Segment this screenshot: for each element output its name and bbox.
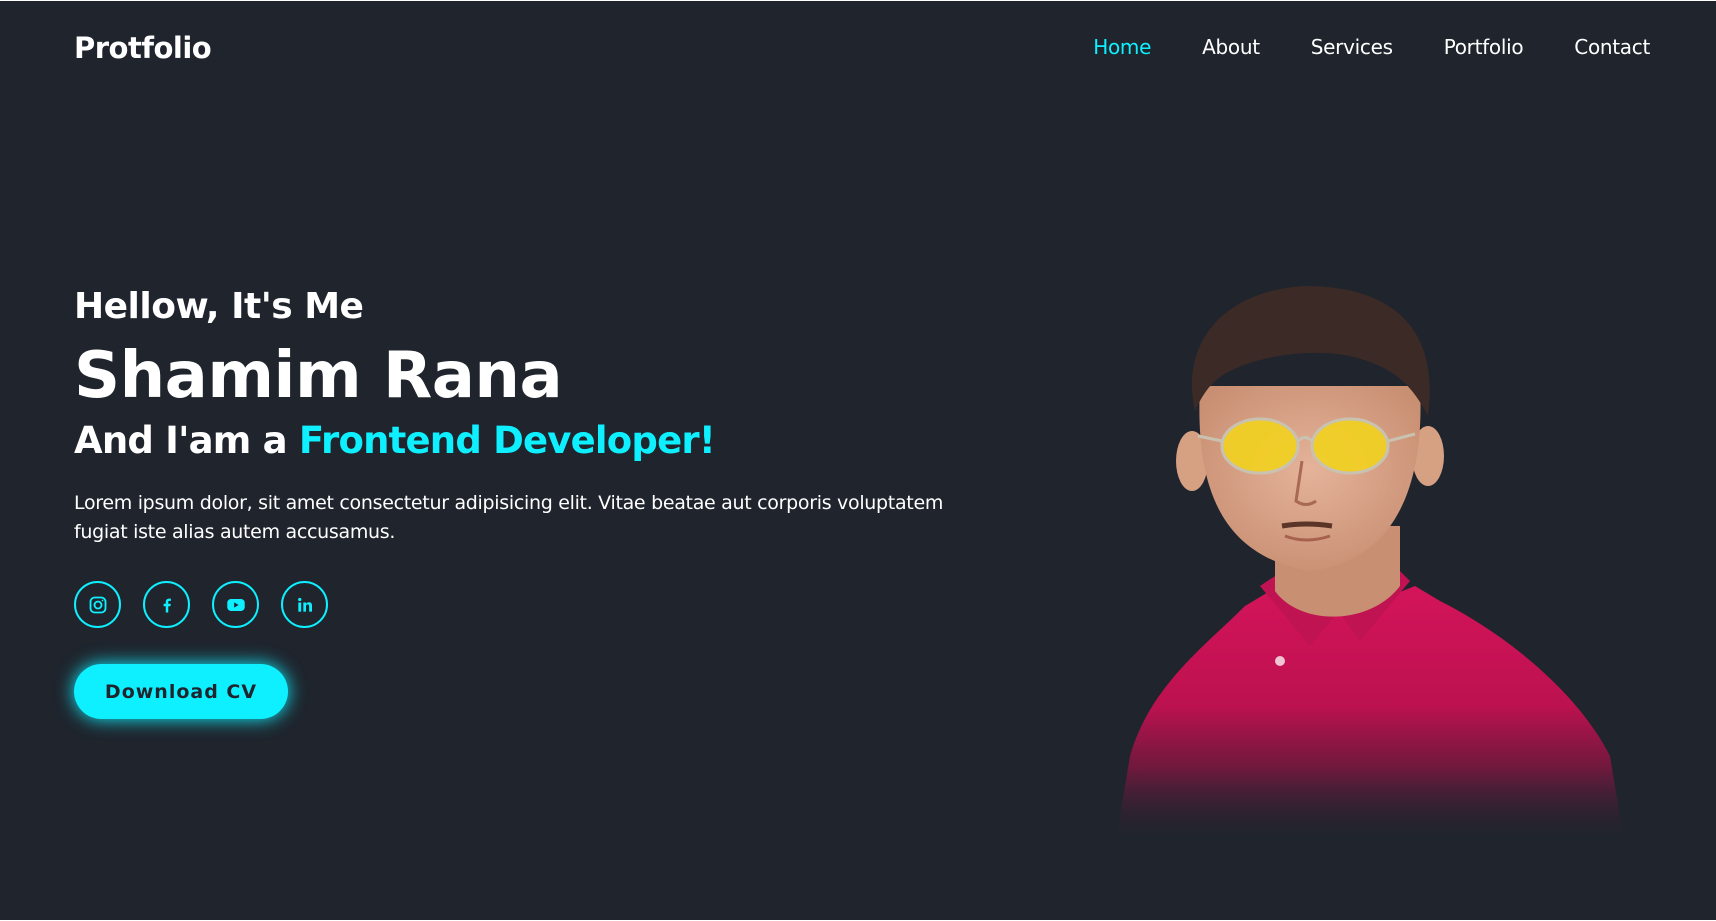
nav-link-services[interactable]: Services (1311, 35, 1393, 59)
linkedin-icon (297, 597, 312, 612)
hero-description: Lorem ipsum dolor, sit amet consectetur … (74, 492, 944, 543)
download-cv-button[interactable]: Download CV (74, 664, 288, 719)
facebook-link[interactable] (143, 581, 190, 628)
role-prefix: And I'am a (74, 419, 299, 462)
instagram-icon (89, 596, 106, 613)
person-name: Shamim Rana (74, 339, 563, 413)
linkedin-link[interactable] (281, 581, 328, 628)
youtube-link[interactable] (212, 581, 259, 628)
header: Protfolio Home About Services Portfolio … (0, 1, 1716, 97)
hero-content: Hellow, It's Me Shamim Rana And I'am a F… (74, 283, 1034, 719)
nav-link-about[interactable]: About (1202, 35, 1260, 59)
greeting-text: Hellow, It's Me (74, 286, 364, 327)
facebook-icon (163, 598, 171, 612)
instagram-link[interactable] (74, 581, 121, 628)
youtube-icon (226, 598, 245, 611)
page: Protfolio Home About Services Portfolio … (0, 0, 1716, 921)
nav-link-home[interactable]: Home (1093, 35, 1151, 59)
role-line: And I'am a Frontend Developer! (74, 417, 1034, 465)
role-highlight: Frontend Developer! (298, 419, 716, 462)
hero-section: Protfolio Home About Services Portfolio … (0, 1, 1716, 920)
nav-link-portfolio[interactable]: Portfolio (1444, 35, 1524, 59)
main-nav: Home About Services Portfolio Contact (1093, 35, 1650, 59)
social-links (74, 581, 1034, 628)
nav-link-contact[interactable]: Contact (1574, 35, 1650, 59)
logo[interactable]: Protfolio (74, 31, 212, 65)
profile-illustration (1110, 286, 1630, 846)
profile-photo (1110, 286, 1630, 846)
